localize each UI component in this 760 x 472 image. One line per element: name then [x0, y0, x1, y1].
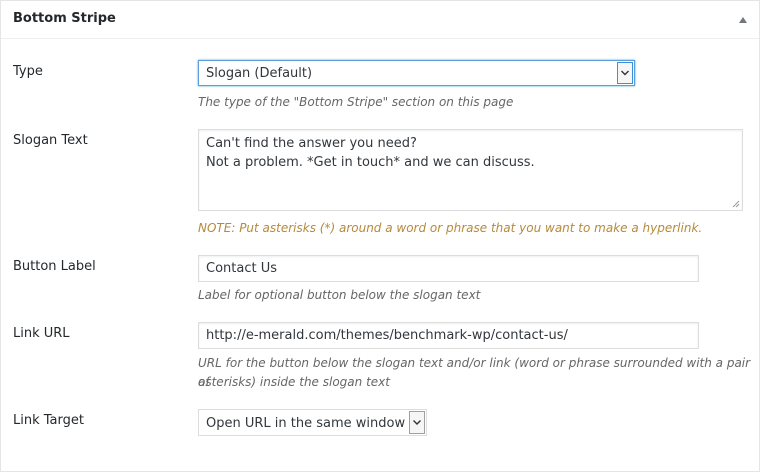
link-target-label: Link Target [13, 413, 84, 428]
slogan-line-2: Not a problem. *Get in touch* and we can… [206, 155, 535, 170]
link-target-value: Open URL in the same window [206, 416, 406, 431]
type-description: The type of the "Bottom Stripe" section … [198, 95, 514, 109]
panel-title: Bottom Stripe [13, 11, 116, 26]
button-label-value: Contact Us [206, 261, 277, 276]
slogan-textarea[interactable]: Can't find the answer you need? Not a pr… [198, 129, 743, 211]
button-label-label: Button Label [13, 259, 96, 274]
link-target-select[interactable]: Open URL in the same window [198, 409, 427, 436]
link-url-label: Link URL [13, 326, 70, 341]
type-select[interactable]: Slogan (Default) [198, 60, 635, 86]
triangle-up-icon[interactable] [736, 13, 750, 27]
link-url-description-line-2: asterisks) inside the slogan text [198, 375, 390, 389]
panel-header[interactable]: Bottom Stripe [1, 1, 759, 39]
type-label: Type [13, 64, 43, 79]
link-target-arrow[interactable] [409, 411, 425, 434]
link-url-input[interactable]: http://e-merald.com/themes/benchmark-wp/… [198, 322, 699, 349]
type-select-value: Slogan (Default) [206, 66, 313, 81]
button-label-description: Label for optional button below the slog… [198, 288, 481, 302]
link-url-value: http://e-merald.com/themes/benchmark-wp/… [206, 328, 568, 343]
slogan-text-label: Slogan Text [13, 133, 88, 148]
type-select-arrow[interactable] [617, 62, 633, 84]
slogan-note: NOTE: Put asterisks (*) around a word or… [198, 221, 703, 235]
resize-grip-icon[interactable] [731, 199, 740, 208]
slogan-line-1: Can't find the answer you need? [206, 136, 417, 151]
bottom-stripe-panel: Bottom Stripe Type Slogan (Default) The … [0, 0, 760, 472]
chevron-down-icon [621, 70, 629, 76]
chevron-down-icon [413, 420, 421, 425]
button-label-input[interactable]: Contact Us [198, 255, 699, 282]
